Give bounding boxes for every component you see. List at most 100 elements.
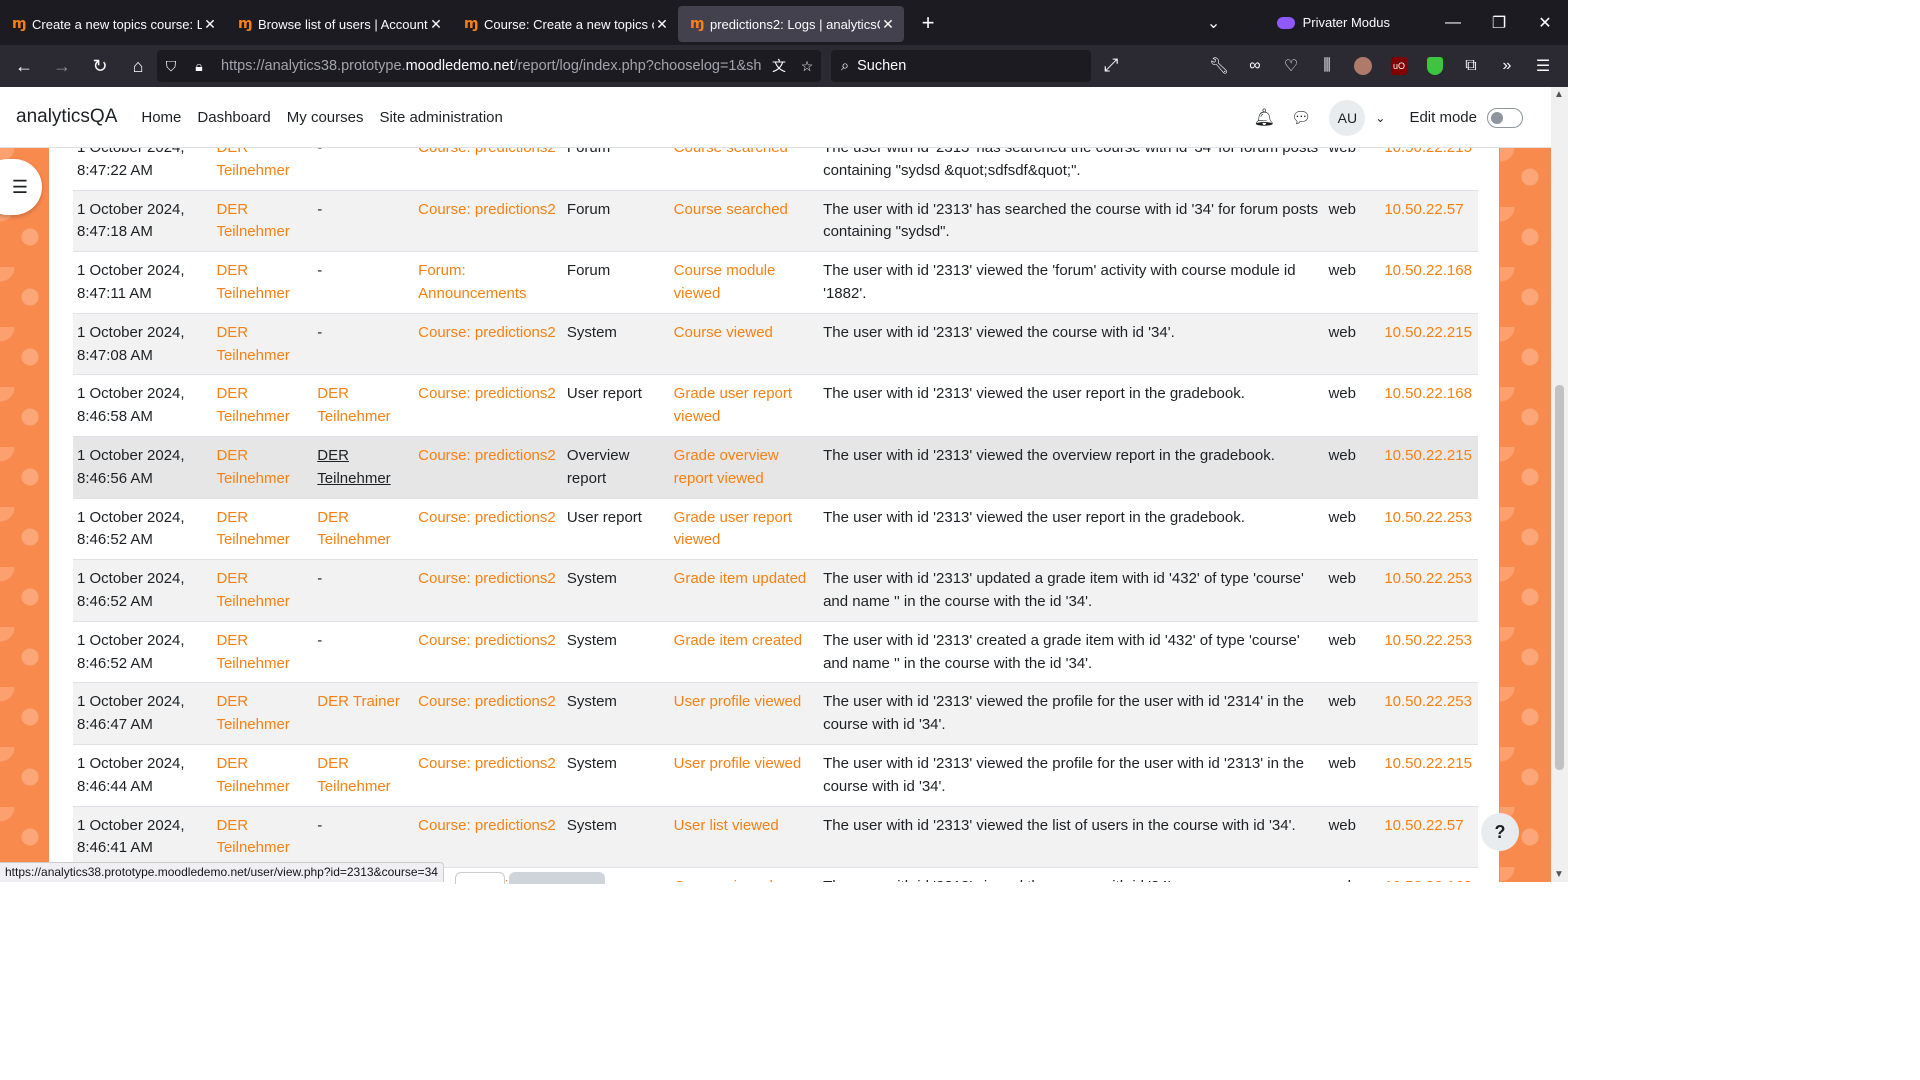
url-bar[interactable]: ⛉ 🔒︎ https://analytics38.prototype.moodl… — [157, 50, 821, 82]
close-tab-icon[interactable]: ✕ — [880, 16, 896, 33]
user-link[interactable]: DER Teilnehmer — [216, 324, 289, 364]
ip-address-link[interactable]: 10.50.22.57 — [1384, 201, 1463, 218]
bookmark-star-icon[interactable]: ☆ — [793, 58, 821, 75]
browser-tab[interactable]: ɱ Create a new topics course: Log ✕ — [0, 6, 226, 42]
context-link[interactable]: Course: predictions2 — [418, 632, 556, 649]
scroll-up-icon[interactable]: ▲ — [1554, 89, 1564, 100]
ip-address-link[interactable]: 10.50.22.168 — [1384, 262, 1472, 279]
close-window-icon[interactable]: ✕ — [1522, 13, 1568, 33]
new-tab-button[interactable]: + — [910, 10, 946, 36]
context-link[interactable]: Course: predictions2 — [418, 385, 556, 402]
close-tab-icon[interactable]: ✕ — [202, 16, 218, 33]
translate-icon[interactable]: 文 — [765, 56, 793, 76]
nav-home[interactable]: Home — [141, 109, 181, 126]
affected-user-link[interactable]: DER Teilnehmer — [317, 509, 390, 549]
course-index-toggle-button[interactable]: ☰ — [0, 159, 42, 215]
context-link[interactable]: Course: predictions2 — [418, 755, 556, 772]
wrench-icon[interactable]: 🔧︎ — [1204, 51, 1234, 81]
user-link[interactable]: DER Teilnehmer — [216, 385, 289, 425]
event-name-link[interactable]: Course viewed — [674, 878, 773, 882]
user-avatar[interactable]: AU — [1329, 99, 1366, 136]
ip-address-link[interactable]: 10.50.22.215 — [1384, 324, 1472, 341]
ublock-origin-icon[interactable]: uO — [1384, 51, 1414, 81]
extensions-puzzle-icon[interactable]: ⧉ — [1456, 51, 1486, 81]
messages-icon[interactable]: 💬︎ — [1291, 108, 1311, 128]
lock-icon[interactable]: 🔒︎ — [185, 58, 213, 75]
user-link[interactable]: DER Teilnehmer — [216, 509, 289, 549]
pocket-icon[interactable]: ♡ — [1276, 51, 1306, 81]
browser-tab[interactable]: ɱ Browse list of users | Accounts | ✕ — [226, 6, 452, 42]
browser-tab[interactable]: ɱ Course: Create a new topics cou ✕ — [452, 6, 678, 42]
event-name-link[interactable]: Grade user report viewed — [674, 509, 792, 549]
ip-address-link[interactable]: 10.50.22.253 — [1384, 570, 1472, 587]
browser-tab-active[interactable]: ɱ predictions2: Logs | analyticsQA ✕ — [678, 6, 904, 42]
library-icon[interactable]: ⫼ — [1312, 51, 1342, 81]
ip-address-link[interactable]: 10.50.22.253 — [1384, 509, 1472, 526]
user-link[interactable]: DER Teilnehmer — [216, 201, 289, 241]
privacy-badger-icon[interactable] — [1420, 51, 1450, 81]
event-name-link[interactable]: Grade item created — [674, 632, 802, 649]
ip-address-link[interactable]: 10.50.22.57 — [1384, 817, 1463, 834]
help-button[interactable]: ? — [1481, 813, 1519, 851]
tracking-shield-icon[interactable]: ⛉ — [157, 58, 185, 75]
event-name-link[interactable]: User profile viewed — [674, 755, 802, 772]
close-tab-icon[interactable]: ✕ — [428, 16, 444, 33]
hamburger-menu-icon[interactable]: ☰ — [1528, 51, 1558, 81]
event-name-link[interactable]: User list viewed — [674, 817, 779, 834]
user-link[interactable]: DER Teilnehmer — [216, 755, 289, 795]
user-link[interactable]: DER Teilnehmer — [216, 817, 289, 857]
ip-address-link[interactable]: 10.50.22.215 — [1384, 755, 1472, 772]
scrollbar-thumb[interactable] — [1555, 385, 1564, 770]
affected-user-link[interactable]: DER Teilnehmer — [317, 385, 390, 425]
scroll-down-icon[interactable]: ▼ — [1554, 869, 1564, 880]
ip-address-link[interactable]: 10.50.22.253 — [1384, 693, 1472, 710]
user-link[interactable]: DER Teilnehmer — [216, 693, 289, 733]
ip-address-link[interactable]: 10.50.22.253 — [1384, 632, 1472, 649]
context-link[interactable]: Course: predictions2 — [418, 570, 556, 587]
context-link[interactable]: Course: predictions2 — [418, 324, 556, 341]
search-input[interactable]: ⌕ Suchen — [831, 50, 1091, 82]
user-link[interactable]: DER Teilnehmer — [216, 262, 289, 302]
event-name-link[interactable]: Grade user report viewed — [674, 385, 792, 425]
event-name-link[interactable]: Grade item updated — [674, 570, 807, 587]
nav-site-administration[interactable]: Site administration — [379, 109, 502, 126]
event-name-link[interactable]: User profile viewed — [674, 693, 802, 710]
nav-dashboard[interactable]: Dashboard — [197, 109, 270, 126]
chevron-down-icon[interactable]: ⌄ — [1375, 111, 1385, 125]
event-name-link[interactable]: Course searched — [674, 201, 788, 218]
user-link[interactable]: DER Teilnehmer — [216, 447, 289, 487]
private-browsing-icon[interactable]: ∞ — [1240, 51, 1270, 81]
context-link[interactable]: Course: predictions2 — [418, 201, 556, 218]
ip-address-link[interactable]: 10.50.22.168 — [1384, 878, 1472, 882]
event-name-link[interactable]: Grade overview report viewed — [674, 447, 779, 487]
forward-arrow-icon[interactable]: → — [44, 50, 80, 82]
user-link[interactable]: DER Teilnehmer — [216, 632, 289, 672]
edit-mode-toggle[interactable] — [1487, 107, 1523, 128]
context-link[interactable]: Course: predictions2 — [418, 447, 556, 464]
context-link[interactable]: Course: predictions2 — [418, 509, 556, 526]
affected-user-link[interactable]: DER Trainer — [317, 693, 400, 710]
ip-address-link[interactable]: 10.50.22.215 — [1384, 447, 1472, 464]
context-link[interactable]: Forum: Announcements — [418, 262, 526, 302]
context-link[interactable]: Course: predictions2 — [418, 817, 556, 834]
page-scrollbar[interactable]: ▲ ▼ — [1551, 87, 1568, 882]
affected-user-link[interactable]: DER Teilnehmer — [317, 447, 390, 487]
notifications-bell-icon[interactable]: 🔔︎ — [1253, 108, 1275, 128]
pagination-control[interactable] — [509, 872, 605, 884]
context-link[interactable]: Course: predictions2 — [418, 693, 556, 710]
back-arrow-icon[interactable]: ← — [6, 50, 42, 82]
list-all-tabs-icon[interactable]: ⌄ — [1191, 13, 1237, 33]
pagination-control[interactable] — [455, 872, 505, 884]
affected-user-link[interactable]: DER Teilnehmer — [317, 755, 390, 795]
home-icon[interactable]: ⌂ — [120, 50, 156, 82]
minimize-icon[interactable]: — — [1430, 14, 1476, 32]
close-tab-icon[interactable]: ✕ — [654, 16, 670, 33]
overflow-chevrons-icon[interactable]: » — [1492, 51, 1522, 81]
event-name-link[interactable]: Course module viewed — [674, 262, 776, 302]
url-text[interactable]: https://analytics38.prototype.moodledemo… — [221, 58, 765, 74]
user-link[interactable]: DER Teilnehmer — [216, 570, 289, 610]
account-avatar-icon[interactable] — [1348, 51, 1378, 81]
ip-address-link[interactable]: 10.50.22.168 — [1384, 385, 1472, 402]
expand-icon[interactable]: ⤢ — [1104, 55, 1118, 76]
nav-my-courses[interactable]: My courses — [287, 109, 364, 126]
